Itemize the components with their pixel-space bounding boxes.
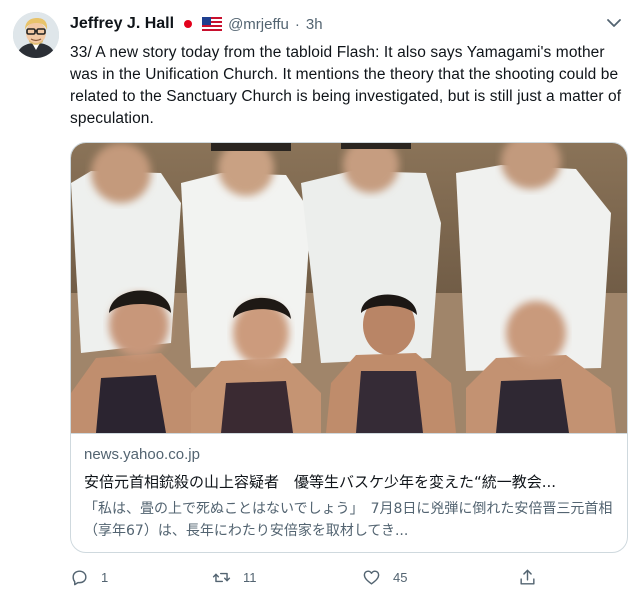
card-photo bbox=[71, 143, 627, 433]
flag-japan-icon bbox=[180, 18, 196, 30]
tweet-header: Jeffrey J. Hall @mrjeffu · 3h bbox=[70, 14, 323, 34]
reply-icon[interactable] bbox=[70, 568, 89, 587]
retweet-icon[interactable] bbox=[212, 568, 231, 587]
avatar[interactable] bbox=[13, 12, 59, 58]
like-action[interactable]: 45 bbox=[362, 566, 407, 588]
author-handle[interactable]: @mrjeffu bbox=[228, 16, 289, 33]
card-domain: news.yahoo.co.jp bbox=[84, 446, 200, 463]
separator-dot: · bbox=[294, 15, 300, 33]
share-icon[interactable] bbox=[518, 568, 537, 587]
tweet-timestamp[interactable]: 3h bbox=[306, 16, 323, 33]
like-count: 45 bbox=[393, 569, 408, 585]
heart-icon[interactable] bbox=[362, 568, 381, 587]
more-options-icon[interactable] bbox=[604, 16, 624, 30]
tweet-text: 33/ A new story today from the tabloid F… bbox=[70, 44, 622, 127]
author-name[interactable]: Jeffrey J. Hall bbox=[70, 15, 174, 33]
retweet-action[interactable]: 11 bbox=[212, 566, 257, 588]
flag-usa-icon bbox=[202, 17, 223, 31]
share-action[interactable] bbox=[518, 566, 537, 588]
avatar-image bbox=[13, 12, 59, 58]
tweet-actions: 1 11 45 bbox=[70, 566, 560, 588]
card-info: news.yahoo.co.jp 安倍元首相銃殺の山上容疑者 優等生バスケ少年を… bbox=[71, 433, 627, 552]
reply-count: 1 bbox=[101, 569, 109, 585]
tweet[interactable]: Jeffrey J. Hall @mrjeffu · 3h 33/ A new … bbox=[0, 0, 640, 594]
card-title: 安倍元首相銃殺の山上容疑者 優等生バスケ少年を変えた“統一教会... bbox=[84, 473, 557, 491]
card-description: 「私は、畳の上で死ぬことはないでしょう」 7月8日に兇弾に倒れた安倍晋三元首相（… bbox=[84, 501, 613, 539]
retweet-count: 11 bbox=[243, 569, 257, 585]
reply-action[interactable]: 1 bbox=[70, 566, 108, 588]
link-preview-card[interactable]: news.yahoo.co.jp 安倍元首相銃殺の山上容疑者 優等生バスケ少年を… bbox=[70, 142, 628, 553]
